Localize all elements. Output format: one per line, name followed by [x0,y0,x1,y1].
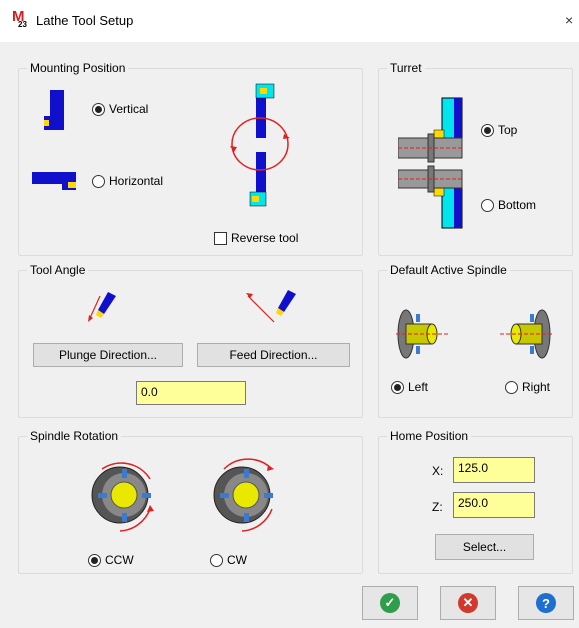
window-title: Lathe Tool Setup [36,13,134,28]
feed-direction-icon [246,290,296,323]
checkbox-box [214,231,227,245]
radio-dot [210,553,223,567]
cw-rotation-icon [213,458,274,532]
help-button[interactable]: ? [518,586,574,620]
spindle-rotation-group: Spindle Rotation [18,429,363,574]
radio-dot [481,198,494,212]
right-spindle-icon [500,309,554,359]
cancel-icon: ✕ [458,593,478,613]
x-label: X: [432,464,444,478]
vertical-tool-icon [44,90,64,130]
spindle-left-radio[interactable]: Left [391,380,428,394]
tool-angle-input[interactable]: 0.0 [136,381,246,405]
vertical-radio[interactable]: Vertical [92,102,148,116]
radio-dot [481,123,494,137]
z-label: Z: [432,500,443,514]
help-icon: ? [536,593,556,613]
plunge-direction-icon [88,292,116,322]
group-title: Default Active Spindle [387,263,510,277]
radio-dot [505,380,518,394]
home-select-button[interactable]: Select... [435,534,534,560]
ccw-rotation-icon [91,462,154,532]
group-title: Home Position [387,429,472,443]
app-logo-icon: M 23 [12,8,27,29]
cw-radio[interactable]: CW [210,553,247,567]
check-icon: ✓ [380,593,400,613]
radio-dot [88,553,101,567]
turret-illustration [398,97,463,229]
radio-dot [92,102,105,116]
radio-dot [391,380,404,394]
feed-direction-button[interactable]: Feed Direction... [197,343,350,367]
home-x-input[interactable]: 125.0 [453,457,535,483]
ccw-radio[interactable]: CCW [88,553,134,567]
radio-dot [92,174,105,188]
home-z-input[interactable]: 250.0 [453,492,535,518]
horizontal-tool-icon [32,172,76,190]
title-bar: M 23 Lathe Tool Setup × [0,0,579,42]
group-title: Spindle Rotation [27,429,122,443]
horizontal-radio[interactable]: Horizontal [92,174,163,188]
group-title: Tool Angle [27,263,89,277]
reverse-tool-illustration [230,83,290,207]
group-title: Turret [387,61,425,75]
left-spindle-icon [396,309,450,359]
plunge-direction-button[interactable]: Plunge Direction... [33,343,183,367]
turret-top-radio[interactable]: Top [481,123,517,137]
spindle-right-radio[interactable]: Right [505,380,550,394]
ok-button[interactable]: ✓ [362,586,418,620]
cancel-button[interactable]: ✕ [440,586,496,620]
turret-bottom-radio[interactable]: Bottom [481,198,536,212]
close-icon[interactable]: × [565,12,573,28]
mounting-position-group: Mounting Position [18,61,363,256]
group-title: Mounting Position [27,61,129,75]
reverse-tool-checkbox[interactable]: Reverse tool [214,231,298,245]
